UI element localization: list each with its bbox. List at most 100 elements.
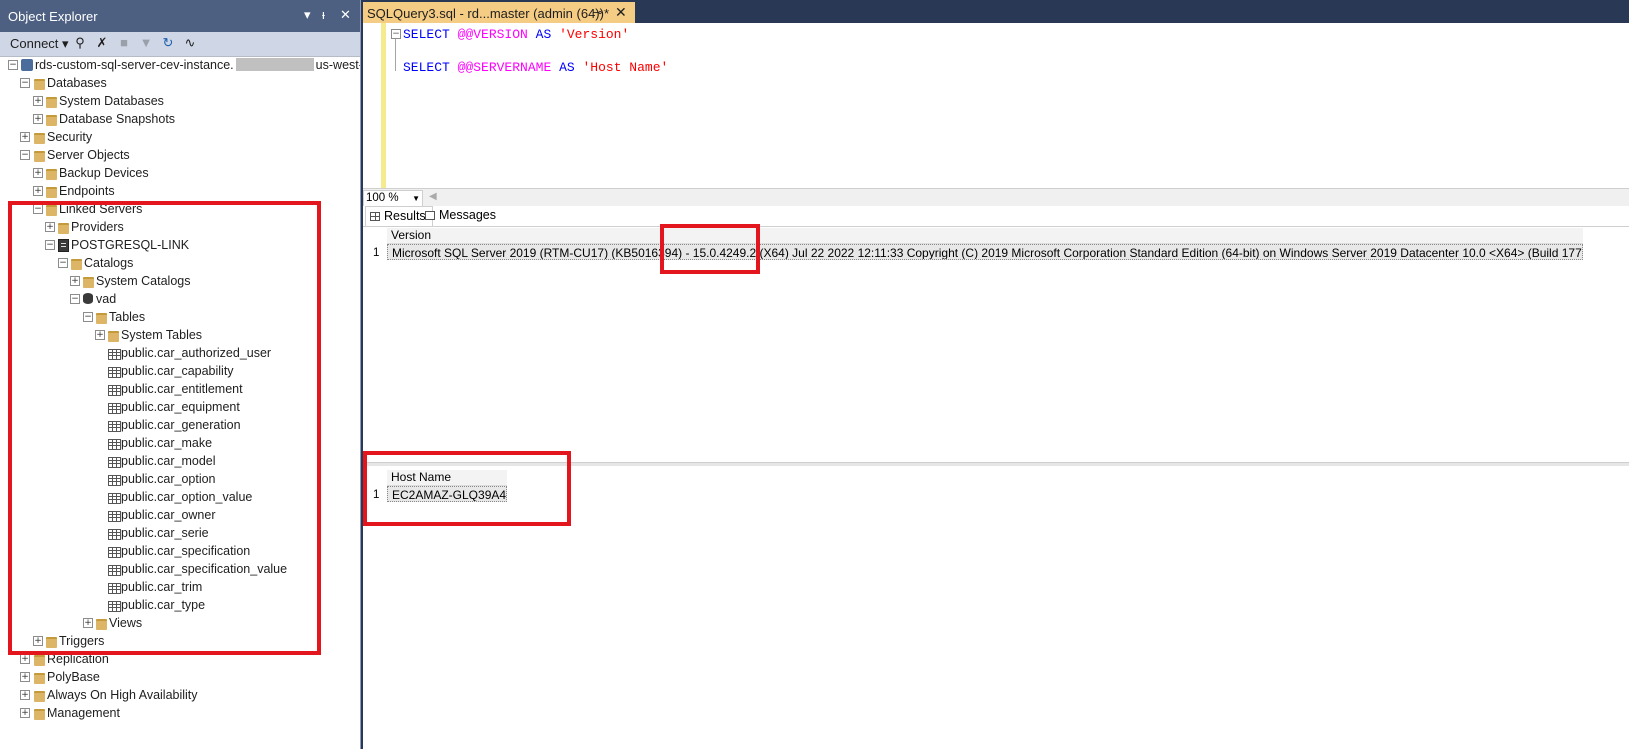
tree-node-table[interactable]: public.car_owner [0,506,360,524]
object-explorer-tree: − rds-custom-sql-server-cev-instance. us-… [0,56,360,749]
tree-node-views[interactable]: + Views [0,614,360,632]
expand-icon[interactable]: + [20,690,30,700]
messages-icon [425,211,435,220]
tree-node-table[interactable]: public.car_option_value [0,488,360,506]
stop-icon[interactable]: ■ [116,35,132,51]
tree-label: Triggers [59,634,105,648]
expand-icon[interactable]: + [83,618,93,628]
tree-node-table[interactable]: public.car_make [0,434,360,452]
expand-icon[interactable]: + [70,276,80,286]
tree-node-table[interactable]: public.car_specification_value [0,560,360,578]
tree-node-tables[interactable]: − Tables [0,308,360,326]
tree-node-table[interactable]: public.car_type [0,596,360,614]
tab-sqlquery3[interactable]: SQLQuery3.sql - rd...master (admin (64))… [363,2,635,23]
tree-node-providers[interactable]: + Providers [0,218,360,236]
activity-monitor-icon[interactable]: ∿ [182,35,198,51]
collapse-icon[interactable]: − [58,258,68,268]
collapse-icon[interactable]: − [70,294,80,304]
tree-node-linked-servers[interactable]: − Linked Servers [0,200,360,218]
expand-icon[interactable]: + [20,132,30,142]
expand-icon[interactable]: + [20,708,30,718]
expand-icon[interactable]: + [33,114,43,124]
refresh-icon[interactable]: ↻ [160,35,176,51]
tree-node-table[interactable]: public.car_trim [0,578,360,596]
expand-icon[interactable]: + [20,672,30,682]
tree-label: public.car_serie [121,526,209,540]
tree-label: public.car_specification_value [121,562,288,576]
collapse-icon[interactable]: − [83,312,93,322]
tree-node-database-snapshots[interactable]: + Database Snapshots [0,110,360,128]
table-icon [108,583,121,594]
tree-node-table[interactable]: public.car_authorized_user [0,344,360,362]
tree-node-system-tables[interactable]: + System Tables [0,326,360,344]
tree-node-replication[interactable]: + Replication [0,650,360,668]
close-icon[interactable]: ✕ [340,7,351,23]
folder-icon [46,205,57,216]
tree-label: public.car_equipment [121,400,240,414]
tree-node-system-catalogs[interactable]: + System Catalogs [0,272,360,290]
grid-header-version[interactable]: Version [387,228,1583,244]
tree-node-table[interactable]: public.car_equipment [0,398,360,416]
collapse-icon[interactable]: − [45,240,55,250]
auto-hide-pin-icon[interactable]: ᵻ [322,7,325,23]
collapse-icon[interactable]: − [20,78,30,88]
close-icon[interactable]: ✕ [615,4,627,21]
tree-node-postgresql-link[interactable]: − POSTGRESQL-LINK [0,236,360,254]
table-icon [108,601,121,612]
folder-icon [46,115,57,126]
scroll-left-icon[interactable]: ◀ [429,191,437,202]
zoom-select[interactable]: 100 % ▼ [363,190,423,207]
expand-icon[interactable]: + [20,654,30,664]
expand-icon[interactable]: + [33,636,43,646]
tree-node-system-databases[interactable]: + System Databases [0,92,360,110]
tree-node-table[interactable]: public.car_model [0,452,360,470]
tree-node-security[interactable]: + Security [0,128,360,146]
collapse-icon[interactable]: − [33,204,43,214]
grid-splitter[interactable] [363,462,1629,466]
tree-node-management[interactable]: + Management [0,704,360,722]
tree-node-endpoints[interactable]: + Endpoints [0,182,360,200]
tree-node-always-on[interactable]: + Always On High Availability [0,686,360,704]
object-explorer-titlebar: Object Explorer ▾ ᵻ ✕ [0,0,360,32]
tree-node-table[interactable]: public.car_specification [0,542,360,560]
tree-node-databases[interactable]: − Databases [0,74,360,92]
tree-node-triggers[interactable]: + Triggers [0,632,360,650]
tree-node-table[interactable]: public.car_option [0,470,360,488]
tree-node-server-objects[interactable]: − Server Objects [0,146,360,164]
connect-button[interactable]: Connect ▾ [10,36,69,52]
tree-label: System Tables [121,328,203,342]
row-number: 1 [373,489,380,501]
pin-icon[interactable]: ⊸ [593,6,602,19]
collapse-icon[interactable]: − [20,150,30,160]
folder-icon [96,619,107,630]
tree-node-catalogs[interactable]: − Catalogs [0,254,360,272]
tree-node-table[interactable]: public.car_generation [0,416,360,434]
grid-cell-host-name[interactable]: EC2AMAZ-GLQ39A4 [387,486,507,502]
expand-icon[interactable]: + [33,168,43,178]
expand-icon[interactable]: + [33,96,43,106]
grid-cell-version[interactable]: Microsoft SQL Server 2019 (RTM-CU17) (KB… [387,244,1583,260]
expand-icon[interactable]: + [45,222,55,232]
sql-editor[interactable]: − SELECT @@VERSION AS 'Version' SELECT @… [363,23,1629,188]
window-position-dropdown-icon[interactable]: ▾ [304,7,311,23]
tree-node-vad[interactable]: − vad [0,290,360,308]
filter-icon[interactable]: ▼ [138,35,154,51]
grid-header-host-name[interactable]: Host Name [387,470,507,486]
tree-node-server-root[interactable]: − rds-custom-sql-server-cev-instance. us-… [0,56,360,74]
object-explorer-title: Object Explorer [8,9,98,24]
collapse-icon[interactable]: − [391,29,401,39]
tree-node-backup-devices[interactable]: + Backup Devices [0,164,360,182]
keyword: AS [559,60,575,75]
expand-icon[interactable]: + [95,330,105,340]
tree-node-polybase[interactable]: + PolyBase [0,668,360,686]
tree-node-table[interactable]: public.car_capability [0,362,360,380]
disconnect-plug-icon[interactable]: ✗ [94,35,110,51]
collapse-icon[interactable]: − [8,60,18,70]
code-line-1: SELECT @@VERSION AS 'Version' [403,27,629,42]
expand-icon[interactable]: + [33,186,43,196]
connect-plug-icon[interactable]: ⚲ [72,35,88,51]
folder-icon [58,223,69,234]
tab-messages[interactable]: Messages [421,206,502,225]
tree-node-table[interactable]: public.car_entitlement [0,380,360,398]
tree-node-table[interactable]: public.car_serie [0,524,360,542]
